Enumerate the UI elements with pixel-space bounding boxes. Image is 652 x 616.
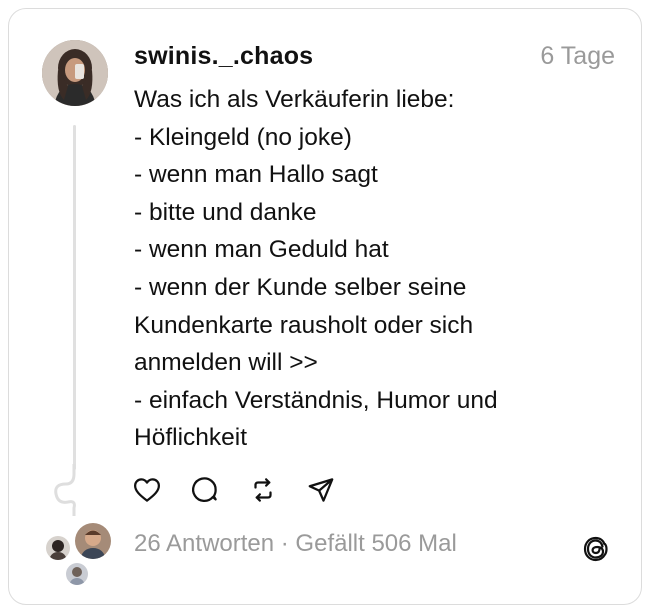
author-username[interactable]: swinis._.chaos	[134, 42, 313, 71]
comment-icon[interactable]	[190, 475, 220, 505]
reply-avatar-1	[44, 534, 72, 562]
reply-avatar-3	[64, 561, 90, 587]
author-avatar-image	[42, 40, 108, 106]
post-time: 6 Tage	[540, 42, 615, 70]
threads-logo-icon[interactable]	[580, 533, 612, 565]
author-avatar[interactable]	[42, 40, 108, 106]
thread-loop-icon	[54, 464, 76, 516]
send-icon[interactable]	[306, 475, 336, 505]
post-stats[interactable]: 26 Antworten · Gefällt 506 Mal	[134, 530, 457, 558]
repost-icon[interactable]	[248, 475, 278, 505]
post-text: Was ich als Verkäuferin liebe: - Kleinge…	[134, 86, 498, 452]
reply-avatar-2	[73, 521, 113, 561]
thread-line	[73, 125, 76, 470]
heart-icon[interactable]	[132, 475, 162, 505]
